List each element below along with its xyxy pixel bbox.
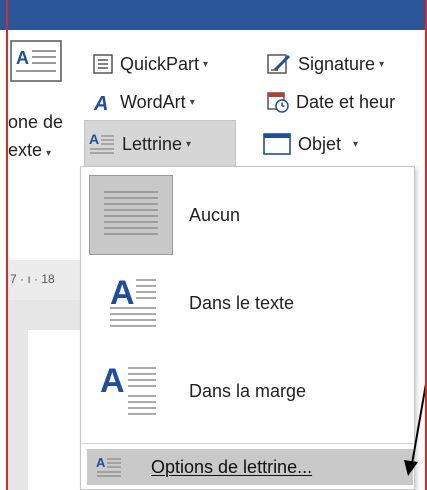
wordart-label: WordArt [120, 91, 186, 112]
date-time-button[interactable]: Date et heur [266, 86, 395, 118]
dropcap-icon: A [88, 130, 116, 158]
chevron-down-icon: ▾ [379, 58, 385, 70]
menu-item-dans-la-marge[interactable]: A Dans la marge [81, 347, 414, 435]
svg-text:A: A [89, 131, 99, 147]
quickpart-icon [92, 53, 114, 75]
chevron-down-icon: ▾ [189, 96, 195, 108]
calendar-clock-icon [266, 90, 290, 114]
document-page[interactable] [28, 330, 88, 490]
objet-button[interactable]: Objet ▾ [262, 128, 358, 160]
lettrine-button-content[interactable]: A Lettrine ▾ [88, 128, 191, 160]
no-dropcap-icon [89, 175, 173, 255]
horizontal-ruler: 7 · ı · 18 [8, 260, 88, 300]
dropcap-in-text-icon: A [89, 263, 173, 343]
menu-item-label: Aucun [189, 204, 241, 225]
dropcap-options-icon: A [95, 454, 123, 485]
svg-text:A: A [110, 274, 135, 312]
options-de-lettrine-label: Options de lettrine... [151, 456, 313, 477]
menu-item-options-de-lettrine[interactable]: A Options de lettrine... [87, 449, 413, 485]
textbox-label-line2[interactable]: exte ▾ [8, 140, 51, 161]
chevron-down-icon: ▾ [203, 58, 209, 70]
signature-icon [266, 52, 292, 76]
ruler-marks: 7 · ı · 18 [10, 272, 55, 286]
quickpart-label: QuickPart [120, 53, 200, 74]
annotation-border-left [6, 0, 8, 490]
lettrine-dropdown-menu: Aucun A Dans le texte A Dans la marge A … [80, 166, 415, 490]
dropcap-in-margin-icon: A [89, 351, 173, 431]
menu-item-aucun[interactable]: Aucun [81, 171, 414, 259]
svg-text:A: A [16, 48, 29, 68]
menu-item-label: Dans la marge [189, 380, 307, 401]
wordart-button[interactable]: A WordArt ▾ [92, 86, 195, 118]
chevron-down-icon: ▾ [353, 138, 359, 150]
textbox-icon[interactable]: A [10, 40, 62, 82]
signature-label: Signature [298, 53, 376, 74]
chevron-down-icon: ▾ [46, 148, 52, 159]
wordart-icon: A [92, 91, 114, 113]
menu-separator [81, 443, 414, 444]
objet-label: Objet [298, 133, 342, 154]
textbox-label-line1[interactable]: one de [8, 112, 63, 133]
quickpart-button[interactable]: QuickPart ▾ [92, 48, 208, 80]
menu-item-label: Dans le texte [189, 292, 295, 313]
title-bar [0, 0, 427, 30]
chevron-down-icon: ▾ [186, 138, 192, 150]
signature-button[interactable]: Signature ▾ [266, 48, 384, 80]
object-icon [262, 132, 292, 156]
svg-text:A: A [100, 362, 125, 400]
svg-text:A: A [96, 455, 106, 470]
svg-text:A: A [93, 93, 108, 113]
date-time-label: Date et heur [296, 91, 396, 112]
menu-item-dans-le-texte[interactable]: A Dans le texte [81, 259, 414, 347]
lettrine-label: Lettrine [122, 133, 183, 154]
